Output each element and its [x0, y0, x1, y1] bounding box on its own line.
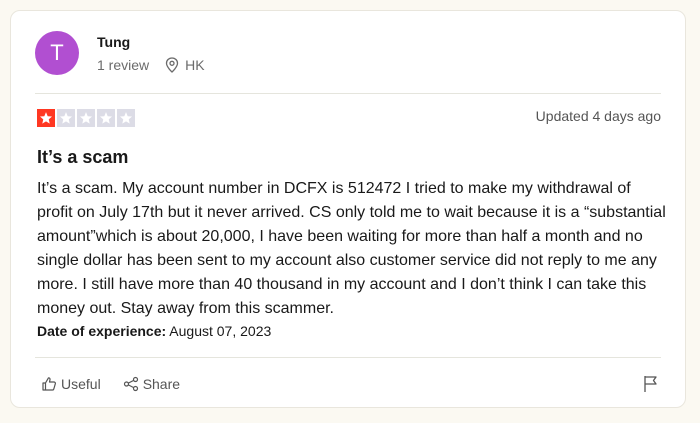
useful-button[interactable]: Useful	[41, 376, 101, 392]
divider	[35, 93, 661, 94]
page: T Tung 1 review HK Updated 4 days ago It…	[0, 0, 700, 423]
share-icon	[123, 376, 143, 392]
review-title[interactable]: It’s a scam	[37, 147, 128, 168]
review-actions: Useful Share	[41, 376, 202, 392]
updated-time: Updated 4 days ago	[535, 108, 661, 124]
user-info: Tung 1 review HK	[97, 33, 205, 73]
location: HK	[185, 57, 205, 73]
star-icon	[77, 109, 95, 127]
share-label: Share	[142, 376, 181, 392]
date-label: Date of experience:	[37, 323, 167, 339]
username[interactable]: Tung	[97, 33, 205, 51]
star-icon	[57, 109, 75, 127]
useful-label: Useful	[61, 376, 101, 392]
avatar[interactable]: T	[35, 31, 79, 75]
date-of-experience: Date of experience: August 07, 2023	[37, 323, 271, 339]
share-button[interactable]: Share	[123, 376, 180, 392]
review-header: T Tung 1 review HK	[35, 31, 205, 75]
star-icon	[97, 109, 115, 127]
flag-icon[interactable]	[643, 375, 659, 398]
review-body: It’s a scam. My account number in DCFX i…	[37, 180, 666, 317]
user-meta: 1 review HK	[97, 57, 205, 73]
thumbs-up-icon	[41, 376, 61, 392]
star-rating	[37, 109, 135, 127]
date-value: August 07, 2023	[169, 323, 272, 339]
star-icon	[117, 109, 135, 127]
star-icon	[37, 109, 55, 127]
location-pin-icon	[165, 57, 179, 73]
review-card: T Tung 1 review HK Updated 4 days ago It…	[10, 10, 686, 408]
review-count: 1 review	[97, 57, 150, 73]
divider	[35, 357, 661, 358]
